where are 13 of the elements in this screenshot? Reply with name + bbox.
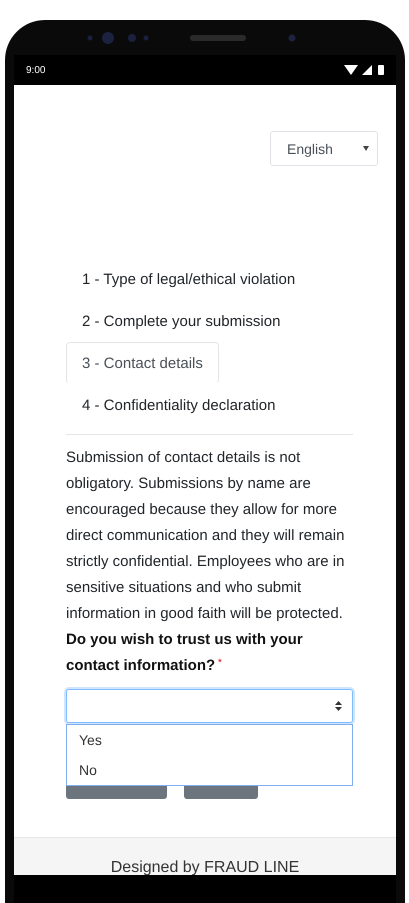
step-tab[interactable]: 4 - Confidentiality declaration bbox=[66, 384, 292, 426]
select-arrows-icon bbox=[335, 701, 342, 711]
step-tab[interactable]: 2 - Complete your submission bbox=[66, 300, 296, 342]
dropdown-option[interactable]: Yes bbox=[67, 725, 352, 755]
step-tab[interactable]: 3 - Contact details bbox=[66, 342, 219, 384]
step-tab[interactable]: 1 - Type of legal/ethical violation bbox=[66, 258, 312, 300]
footer-text: Designed by FRAUD LINE bbox=[110, 858, 300, 875]
language-select[interactable]: English bbox=[270, 131, 378, 166]
status-time: 9:00 bbox=[26, 64, 46, 76]
dropdown-caret-icon bbox=[363, 146, 369, 151]
question-label: Do you wish to trust us with your contact information? * bbox=[66, 630, 304, 676]
intro-paragraph: Submission of contact details is not obligatory. Submissions by name are encouraged because they allow for more direct communication and they will remain strictly confidential. Employees who are in sensitive situations and who submit information in good faith will be protected. bbox=[66, 448, 346, 624]
dropdown-option[interactable]: No bbox=[67, 755, 352, 785]
